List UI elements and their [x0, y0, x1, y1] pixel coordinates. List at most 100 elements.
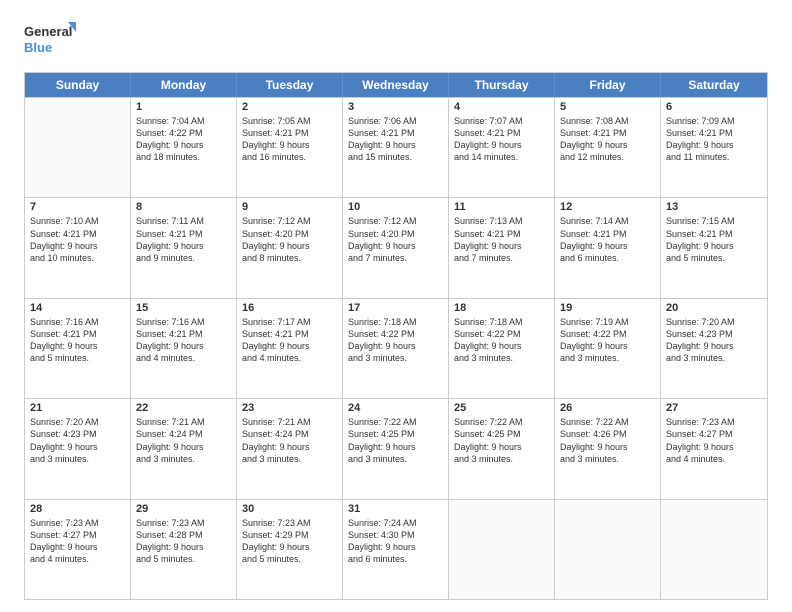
header: General Blue	[24, 18, 768, 62]
daylight-text-1: Daylight: 9 hours	[454, 240, 549, 252]
day-number: 8	[136, 201, 231, 213]
day-number: 13	[666, 201, 762, 213]
sunset-text: Sunset: 4:21 PM	[666, 228, 762, 240]
calendar-header-cell: Tuesday	[237, 73, 343, 97]
daylight-text-2: and 12 minutes.	[560, 151, 655, 163]
day-number: 5	[560, 101, 655, 113]
daylight-text-1: Daylight: 9 hours	[348, 340, 443, 352]
sunset-text: Sunset: 4:20 PM	[348, 228, 443, 240]
daylight-text-2: and 6 minutes.	[560, 252, 655, 264]
daylight-text-2: and 3 minutes.	[454, 352, 549, 364]
daylight-text-2: and 5 minutes.	[136, 553, 231, 565]
calendar-cell: 9Sunrise: 7:12 AMSunset: 4:20 PMDaylight…	[237, 198, 343, 297]
calendar-cell	[449, 500, 555, 599]
daylight-text-2: and 4 minutes.	[666, 453, 762, 465]
day-number: 10	[348, 201, 443, 213]
day-number: 1	[136, 101, 231, 113]
calendar-week-row: 28Sunrise: 7:23 AMSunset: 4:27 PMDayligh…	[25, 499, 767, 599]
day-number: 7	[30, 201, 125, 213]
daylight-text-2: and 3 minutes.	[30, 453, 125, 465]
daylight-text-1: Daylight: 9 hours	[242, 139, 337, 151]
sunrise-text: Sunrise: 7:10 AM	[30, 215, 125, 227]
calendar-cell: 17Sunrise: 7:18 AMSunset: 4:22 PMDayligh…	[343, 299, 449, 398]
daylight-text-2: and 3 minutes.	[454, 453, 549, 465]
calendar-cell: 19Sunrise: 7:19 AMSunset: 4:22 PMDayligh…	[555, 299, 661, 398]
calendar-cell	[661, 500, 767, 599]
daylight-text-1: Daylight: 9 hours	[242, 240, 337, 252]
daylight-text-2: and 4 minutes.	[136, 352, 231, 364]
day-number: 29	[136, 503, 231, 515]
daylight-text-2: and 3 minutes.	[666, 352, 762, 364]
sunrise-text: Sunrise: 7:09 AM	[666, 115, 762, 127]
daylight-text-2: and 7 minutes.	[454, 252, 549, 264]
sunset-text: Sunset: 4:22 PM	[560, 328, 655, 340]
daylight-text-2: and 3 minutes.	[242, 453, 337, 465]
day-number: 19	[560, 302, 655, 314]
day-number: 15	[136, 302, 231, 314]
daylight-text-2: and 3 minutes.	[136, 453, 231, 465]
day-number: 4	[454, 101, 549, 113]
daylight-text-1: Daylight: 9 hours	[30, 541, 125, 553]
calendar-header-cell: Monday	[131, 73, 237, 97]
sunrise-text: Sunrise: 7:22 AM	[348, 416, 443, 428]
daylight-text-2: and 11 minutes.	[666, 151, 762, 163]
daylight-text-2: and 3 minutes.	[560, 352, 655, 364]
daylight-text-1: Daylight: 9 hours	[348, 441, 443, 453]
sunrise-text: Sunrise: 7:08 AM	[560, 115, 655, 127]
daylight-text-2: and 15 minutes.	[348, 151, 443, 163]
calendar-cell: 15Sunrise: 7:16 AMSunset: 4:21 PMDayligh…	[131, 299, 237, 398]
sunset-text: Sunset: 4:21 PM	[560, 228, 655, 240]
daylight-text-1: Daylight: 9 hours	[454, 340, 549, 352]
calendar-cell: 7Sunrise: 7:10 AMSunset: 4:21 PMDaylight…	[25, 198, 131, 297]
sunrise-text: Sunrise: 7:23 AM	[30, 517, 125, 529]
daylight-text-1: Daylight: 9 hours	[666, 139, 762, 151]
daylight-text-2: and 5 minutes.	[242, 553, 337, 565]
daylight-text-1: Daylight: 9 hours	[560, 139, 655, 151]
day-number: 21	[30, 402, 125, 414]
calendar-cell: 24 Sunrise: 7:22 AMSunset: 4:25 PMDayligh…	[343, 399, 449, 498]
sunset-text: Sunset: 4:25 PM	[348, 428, 443, 440]
calendar-cell: 20Sunrise: 7:20 AMSunset: 4:23 PMDayligh…	[661, 299, 767, 398]
day-number: 3	[348, 101, 443, 113]
sunset-text: Sunset: 4:27 PM	[30, 529, 125, 541]
sunset-text: Sunset: 4:21 PM	[454, 127, 549, 139]
daylight-text-1: Daylight: 9 hours	[136, 340, 231, 352]
daylight-text-1: Daylight: 9 hours	[30, 340, 125, 352]
calendar-header-row: SundayMondayTuesdayWednesdayThursdayFrid…	[25, 73, 767, 97]
calendar-header-cell: Thursday	[449, 73, 555, 97]
daylight-text-2: and 8 minutes.	[242, 252, 337, 264]
sunset-text: Sunset: 4:21 PM	[30, 328, 125, 340]
sunset-text: Sunset: 4:25 PM	[454, 428, 549, 440]
sunset-text: Sunset: 4:22 PM	[454, 328, 549, 340]
day-number: 14	[30, 302, 125, 314]
day-number: 24	[348, 402, 443, 414]
day-number: 31	[348, 503, 443, 515]
daylight-text-1: Daylight: 9 hours	[348, 139, 443, 151]
daylight-text-1: Daylight: 9 hours	[560, 240, 655, 252]
sunrise-text: Sunrise: 7:05 AM	[242, 115, 337, 127]
daylight-text-1: Daylight: 9 hours	[242, 441, 337, 453]
calendar-cell: 12Sunrise: 7:14 AMSunset: 4:21 PMDayligh…	[555, 198, 661, 297]
page: General Blue SundayMondayTuesdayWednesda…	[0, 0, 792, 612]
sunrise-text: Sunrise: 7:22 AM	[454, 416, 549, 428]
sunrise-text: Sunrise: 7:12 AM	[348, 215, 443, 227]
sunset-text: Sunset: 4:23 PM	[30, 428, 125, 440]
day-number: 22	[136, 402, 231, 414]
sunset-text: Sunset: 4:22 PM	[136, 127, 231, 139]
sunset-text: Sunset: 4:27 PM	[666, 428, 762, 440]
calendar-cell: 31Sunrise: 7:24 AMSunset: 4:30 PMDayligh…	[343, 500, 449, 599]
sunset-text: Sunset: 4:21 PM	[560, 127, 655, 139]
sunrise-text: Sunrise: 7:23 AM	[136, 517, 231, 529]
calendar-header-cell: Friday	[555, 73, 661, 97]
sunrise-text: Sunrise: 7:15 AM	[666, 215, 762, 227]
daylight-text-1: Daylight: 9 hours	[242, 541, 337, 553]
daylight-text-1: Daylight: 9 hours	[30, 240, 125, 252]
sunset-text: Sunset: 4:21 PM	[666, 127, 762, 139]
svg-text:General: General	[24, 24, 72, 39]
sunrise-text: Sunrise: 7:07 AM	[454, 115, 549, 127]
day-number: 18	[454, 302, 549, 314]
day-number: 16	[242, 302, 337, 314]
sunset-text: Sunset: 4:26 PM	[560, 428, 655, 440]
sunrise-text: Sunrise: 7:18 AM	[454, 316, 549, 328]
daylight-text-1: Daylight: 9 hours	[242, 340, 337, 352]
